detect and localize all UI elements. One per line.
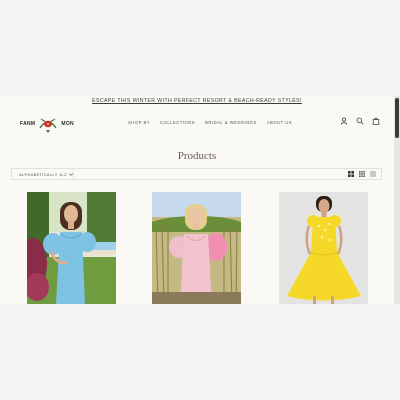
grid-large-view-icon[interactable] (348, 171, 354, 177)
product-card[interactable] (152, 192, 241, 304)
scrollbar-thumb[interactable] (395, 98, 399, 138)
site-header: FANM MON SHOP BY COLLECTIONS BRIDAL & WE… (0, 106, 394, 144)
search-icon[interactable] (356, 117, 364, 125)
announcement-text[interactable]: ESCAPE THIS WINTER WITH PERFECT RESORT &… (92, 98, 302, 104)
brand-logo[interactable]: FANM MON (20, 114, 74, 134)
scrollbar[interactable] (394, 96, 400, 304)
account-icon[interactable] (340, 117, 348, 125)
product-card[interactable] (27, 192, 116, 304)
sort-label[interactable]: ALPHABETICALLY, A-Z (19, 172, 67, 177)
main-navigation: SHOP BY COLLECTIONS BRIDAL & WEDDINGS AB… (128, 120, 292, 125)
hibiscus-logo-icon (39, 118, 57, 133)
view-switcher (348, 171, 376, 177)
product-image-blue-dress[interactable] (27, 192, 116, 304)
brand-word-left: FANM (20, 121, 36, 127)
grid-small-view-icon[interactable] (359, 171, 365, 177)
nav-item-shop-by[interactable]: SHOP BY (128, 120, 150, 125)
page-title: Products (177, 150, 217, 162)
list-view-icon[interactable] (370, 171, 376, 177)
brand-word-right: MON (61, 121, 74, 127)
announcement-bar[interactable]: ESCAPE THIS WINTER WITH PERFECT RESORT &… (0, 96, 394, 106)
sort-dropdown[interactable]: ALPHABETICALLY, A-Z (12, 169, 74, 179)
product-image-yellow-dress[interactable] (279, 192, 368, 304)
product-card[interactable] (279, 192, 368, 304)
nav-item-about-us[interactable]: ABOUT US (267, 120, 292, 125)
cart-icon[interactable] (372, 117, 380, 125)
header-icons (340, 117, 380, 125)
chevron-down-icon[interactable] (69, 172, 73, 176)
nav-item-collections[interactable]: COLLECTIONS (160, 120, 195, 125)
storefront-page: ESCAPE THIS WINTER WITH PERFECT RESORT &… (0, 96, 394, 304)
collection-toolbar: ALPHABETICALLY, A-Z (11, 168, 382, 180)
nav-item-bridal-weddings[interactable]: BRIDAL & WEDDINGS (205, 120, 257, 125)
product-image-pink-dress[interactable] (152, 192, 241, 304)
